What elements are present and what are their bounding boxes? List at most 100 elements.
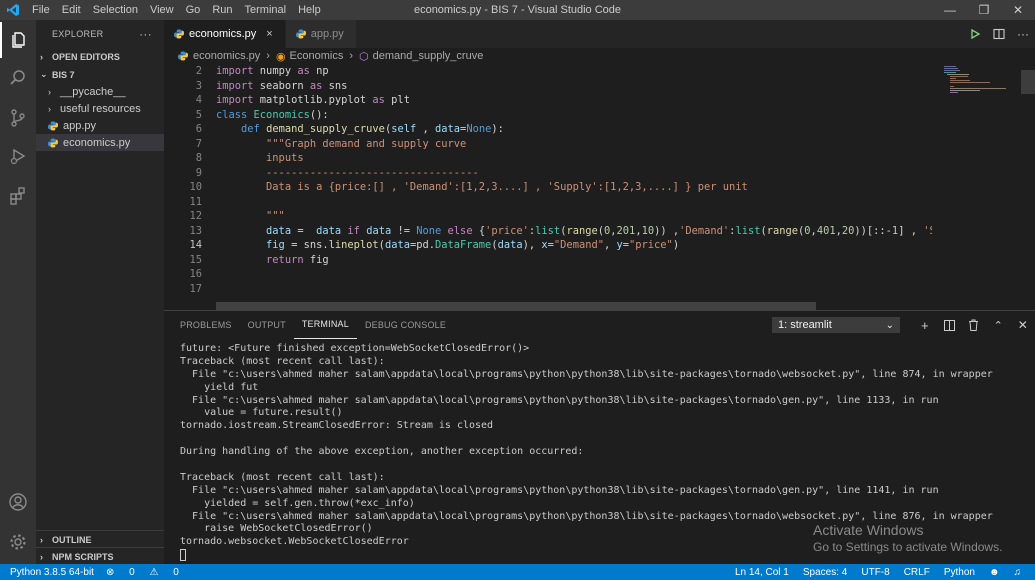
line-number: 17 [189,282,202,295]
outline-section-wrapper: › OUTLINE [36,530,164,548]
run-file-icon[interactable] [963,28,987,40]
tab-terminal[interactable]: TERMINAL [293,311,357,339]
maximize-panel-icon[interactable]: ⌃ [986,319,1011,332]
minimap[interactable] [940,64,1020,310]
terminal-select[interactable]: 1: streamlit ⌄ [772,317,900,333]
python-file-icon [48,138,58,148]
close-tab-icon[interactable]: × [266,28,272,40]
terminal-cursor [180,549,186,562]
menu-help[interactable]: Help [292,0,327,20]
tab-debug-console[interactable]: DEBUG CONSOLE [357,311,454,339]
activate-windows-watermark: Activate Windows Go to Settings to activ… [813,522,1002,554]
error-icon: ⊗ [105,566,115,578]
terminal-line: File "c:\users\ahmed maher salam\appdata… [180,368,993,380]
code-line: import numpy as np [216,65,329,77]
new-terminal-icon[interactable]: + [913,318,938,333]
feedback-icon[interactable]: ☻ [989,567,1000,578]
python-file-icon [174,29,184,39]
code-line: """ [216,210,285,222]
terminal-line: yielded = self.gen.throw(*exc_info) [180,497,415,509]
menu-run[interactable]: Run [206,0,238,20]
menu-view[interactable]: View [144,0,180,20]
python-interpreter[interactable]: Python 3.8.5 64-bit [10,567,94,578]
tree-folder-useful-resources[interactable]: › useful resources [36,100,164,117]
notifications-bell-icon[interactable]: ♫ [1014,567,1022,578]
extensions-icon[interactable] [0,178,36,214]
code-lines[interactable]: import numpy as np import seaborn as sns… [216,64,932,296]
horizontal-scrollbar[interactable] [216,302,816,310]
line-number: 11 [189,195,202,208]
restore-button[interactable]: ❐ [967,0,1001,20]
split-terminal-icon[interactable] [937,319,962,331]
outline-section[interactable]: › OUTLINE [36,531,164,548]
indentation[interactable]: Spaces: 4 [803,567,847,578]
menu-selection[interactable]: Selection [87,0,144,20]
explorer-title: EXPLORER [52,29,104,39]
line-number: 8 [195,152,202,164]
code-line: data = data if data != None else {'price… [266,224,932,237]
code-editor[interactable]: 2 3 4 5 6 7 8 9 10 11 12 13 14 15 16 17 import numpy as… [164,64,1035,310]
close-panel-icon[interactable]: ✕ [1011,318,1035,332]
terminal-line: Traceback (most recent call last): [180,355,385,367]
close-window-button[interactable]: ✕ [1001,0,1035,20]
chevron-right-icon: › [40,51,43,62]
more-actions-icon[interactable]: ··· [139,27,152,41]
account-icon[interactable] [0,484,36,520]
panel-actions: + ⌃ ✕ [913,311,1035,339]
npm-scripts-section[interactable]: › NPM SCRIPTS [36,548,164,565]
explorer-icon[interactable] [0,22,36,58]
source-control-icon[interactable] [0,100,36,136]
tree-file-economics-py[interactable]: economics.py [36,134,164,151]
tree-item-label: __pycache__ [60,85,126,98]
minimize-button[interactable]: — [933,0,967,20]
tab-output[interactable]: OUTPUT [240,311,294,339]
cursor-position[interactable]: Ln 14, Col 1 [735,567,789,578]
menu-terminal[interactable]: Terminal [239,0,293,20]
open-editors-section[interactable]: › OPEN EDITORS [36,48,164,65]
problems-indicator[interactable]: ⊗ 0 ⚠ 0 [106,567,191,578]
breadcrumb-method[interactable]: demand_supply_cruve [373,50,484,62]
vertical-scrollbar[interactable] [1021,70,1035,94]
breadcrumb-file[interactable]: economics.py [193,50,260,62]
line-number: 14 [189,239,202,251]
line-number: 3 [195,79,202,92]
workspace-section[interactable]: ⌄ BIS 7 [36,66,164,83]
code-line: import matplotlib.pyplot as plt [216,94,410,106]
tree-item-label: app.py [63,119,97,132]
terminal-line: Traceback (most recent call last): [180,471,385,483]
python-file-icon [48,121,58,131]
code-line: class Economics(): [216,108,329,121]
menu-edit[interactable]: Edit [56,0,87,20]
trash-icon[interactable] [962,319,987,331]
menu-file[interactable]: File [26,0,56,20]
tab-app-py[interactable]: app.py [285,20,357,48]
breadcrumb-class[interactable]: Economics [290,50,344,62]
line-number: 4 [195,94,202,106]
chevron-down-icon: ⌄ [40,69,48,79]
terminal-line: yield fut [180,381,259,393]
tree-file-app-py[interactable]: app.py [36,117,164,134]
npm-scripts-section-wrapper: › NPM SCRIPTS [36,547,164,565]
encoding[interactable]: UTF-8 [861,567,889,578]
tree-folder-pycache[interactable]: › __pycache__ [36,83,164,100]
editor-actions: ··· [963,20,1035,48]
tab-economics-py[interactable]: economics.py × [164,20,286,48]
watermark-title: Activate Windows [813,522,924,538]
language-mode[interactable]: Python [944,567,975,578]
line-ending[interactable]: CRLF [904,567,930,578]
more-actions-icon[interactable]: ··· [1011,27,1035,41]
run-debug-icon[interactable] [0,138,36,174]
tab-problems[interactable]: PROBLEMS [172,311,240,339]
line-number: 2 [195,65,202,77]
search-icon[interactable] [0,60,36,96]
tab-label: economics.py [189,28,257,40]
panel-tabs: PROBLEMS OUTPUT TERMINAL DEBUG CONSOLE [164,311,454,339]
vscode-logo-icon [0,0,26,20]
settings-gear-icon[interactable] [0,524,36,560]
line-number: 5 [195,108,202,121]
menu-go[interactable]: Go [180,0,207,20]
split-editor-icon[interactable] [987,28,1011,40]
